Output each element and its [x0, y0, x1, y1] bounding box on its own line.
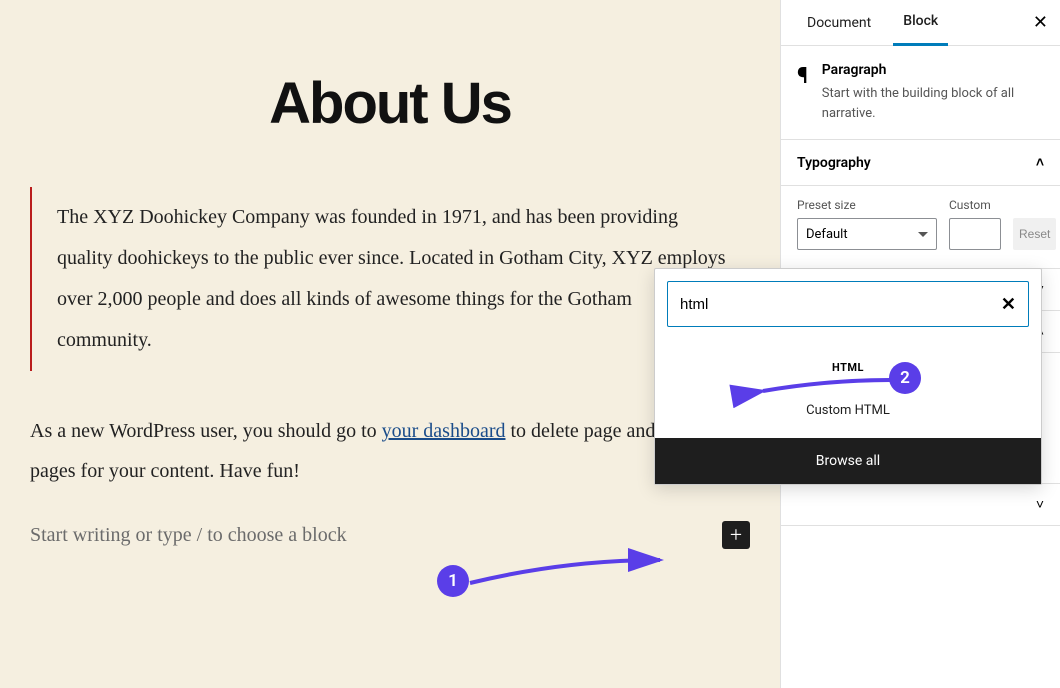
- sidebar-tabs: Document Block ✕: [781, 0, 1060, 46]
- block-type-description: Start with the building block of all nar…: [822, 84, 1044, 123]
- annotation-badge-2: 2: [889, 362, 921, 394]
- block-placeholder[interactable]: Start writing or type / to choose a bloc…: [30, 524, 347, 547]
- annotation-arrow-1: [465, 555, 675, 595]
- tab-block[interactable]: Block: [893, 0, 948, 46]
- typography-label: Typography: [797, 155, 871, 171]
- browse-all-button[interactable]: Browse all: [655, 438, 1041, 484]
- clear-search-button[interactable]: ✕: [1001, 294, 1016, 315]
- typography-panel-header[interactable]: Typography ˄: [781, 140, 1060, 186]
- para-text-before: As a new WordPress user, you should go t…: [30, 420, 382, 442]
- quote-block[interactable]: The XYZ Doohickey Company was founded in…: [30, 187, 750, 371]
- custom-size-label: Custom: [949, 198, 1001, 212]
- inserter-result-label: Custom HTML: [806, 403, 890, 418]
- close-icon: ✕: [1033, 12, 1048, 33]
- block-description-panel: ¶ Paragraph Start with the building bloc…: [781, 46, 1060, 140]
- paragraph-icon: ¶: [797, 62, 808, 123]
- block-type-title: Paragraph: [822, 62, 1044, 78]
- reset-button[interactable]: Reset: [1013, 218, 1056, 250]
- preset-size-select[interactable]: Default: [797, 218, 937, 250]
- empty-block-row: Start writing or type / to choose a bloc…: [30, 521, 750, 549]
- page-title[interactable]: About Us: [0, 70, 780, 137]
- annotation-badge-1: 1: [437, 565, 469, 597]
- custom-size-input[interactable]: [949, 218, 1001, 250]
- preset-size-value: Default: [806, 227, 848, 242]
- chevron-up-icon: ˄: [1036, 154, 1044, 171]
- annotation-arrow-2: [757, 373, 902, 403]
- close-sidebar-button[interactable]: ✕: [1033, 12, 1048, 33]
- collapsed-panel-3[interactable]: ˅: [781, 483, 1060, 526]
- close-icon: ✕: [1001, 294, 1016, 315]
- quote-text: The XYZ Doohickey Company was founded in…: [57, 206, 726, 351]
- inserter-search-wrapper: ✕: [667, 281, 1029, 327]
- chevron-down-icon: ˅: [1036, 496, 1044, 513]
- inserter-search-input[interactable]: [680, 296, 1016, 313]
- preset-size-label: Preset size: [797, 198, 937, 212]
- typography-panel-body: Preset size Default Custom Reset: [781, 186, 1060, 269]
- add-block-button[interactable]: +: [722, 521, 750, 549]
- dashboard-link[interactable]: your dashboard: [382, 420, 506, 442]
- paragraph-block[interactable]: As a new WordPress user, you should go t…: [30, 411, 750, 491]
- tab-document[interactable]: Document: [797, 0, 881, 46]
- plus-icon: +: [730, 524, 742, 546]
